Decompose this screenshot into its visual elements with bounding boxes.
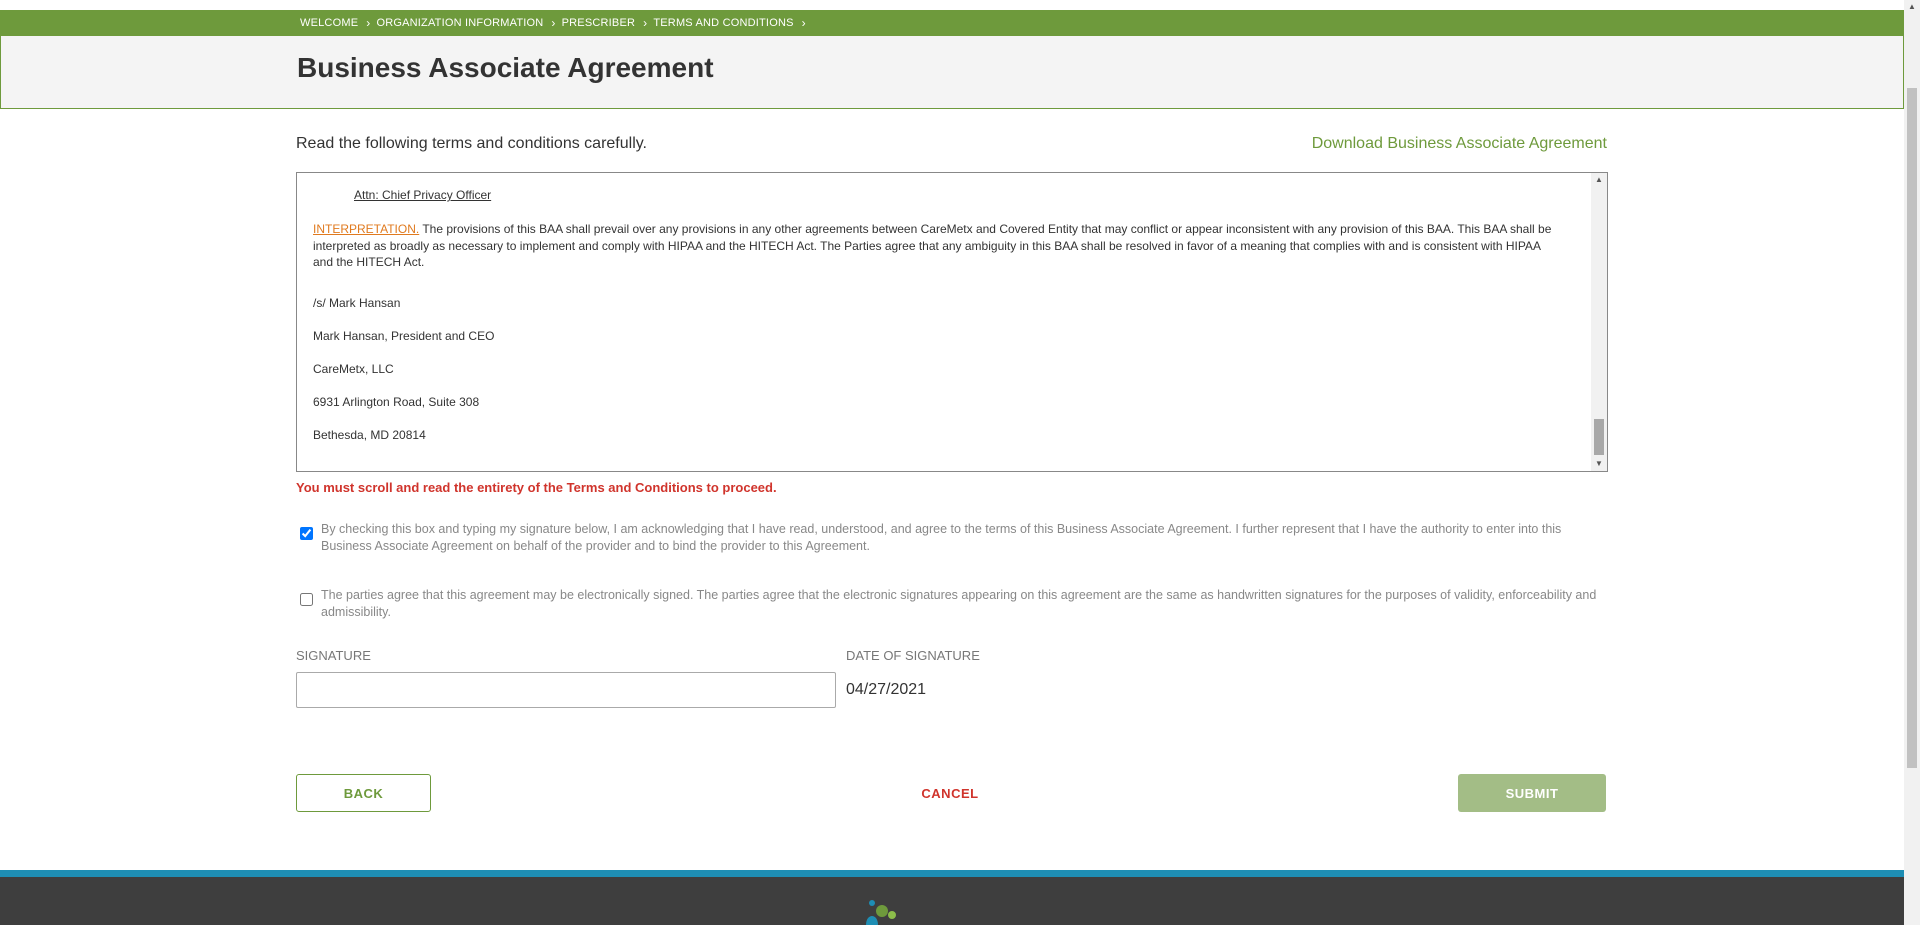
breadcrumb-items: WELCOME › ORGANIZATION INFORMATION › PRE… — [300, 10, 812, 36]
breadcrumb: WELCOME › ORGANIZATION INFORMATION › PRE… — [0, 10, 1904, 36]
terms-address-line1: 6931 Arlington Road, Suite 308 — [313, 395, 480, 409]
terms-address-line2: Bethesda, MD 20814 — [313, 428, 426, 442]
breadcrumb-item-organization-information[interactable]: ORGANIZATION INFORMATION › — [376, 16, 561, 30]
page-header: Business Associate Agreement — [0, 36, 1904, 109]
breadcrumb-item-terms-and-conditions[interactable]: TERMS AND CONDITIONS › — [653, 16, 812, 30]
breadcrumb-label: PRESCRIBER — [561, 17, 636, 29]
footer-accent-line — [0, 870, 1904, 877]
breadcrumb-label: TERMS AND CONDITIONS — [653, 17, 794, 29]
breadcrumb-item-welcome[interactable]: WELCOME › — [300, 16, 376, 30]
arrow-up-icon[interactable]: ▲ — [1591, 173, 1607, 187]
chevron-right-icon: › — [366, 16, 371, 30]
arrow-up-icon[interactable]: ▲ — [1904, 0, 1920, 14]
terms-signature: /s/ Mark Hansan — [313, 296, 401, 310]
scroll-warning: You must scroll and read the entirety of… — [296, 480, 777, 495]
terms-interpretation: INTERPRETATION. The provisions of this B… — [313, 221, 1553, 271]
terms-company: CareMetx, LLC — [313, 362, 394, 376]
cancel-button[interactable]: CANCEL — [900, 774, 1000, 812]
breadcrumb-label: ORGANIZATION INFORMATION — [376, 17, 544, 29]
attn-line: Attn: Chief Privacy Officer — [354, 188, 492, 202]
breadcrumb-label: WELCOME — [300, 17, 359, 29]
chevron-right-icon: › — [801, 16, 806, 30]
esign-checkbox[interactable] — [300, 593, 313, 606]
arrow-down-icon[interactable]: ▼ — [1591, 457, 1607, 471]
acknowledge-checkbox[interactable] — [300, 527, 313, 540]
date-of-signature: 04/27/2021 — [846, 681, 927, 698]
top-strip — [0, 0, 1904, 10]
terms-signer: Mark Hansan, President and CEO — [313, 329, 495, 343]
terms-attn: Attn: Chief Privacy Officer — [354, 187, 491, 204]
acknowledge-row: By checking this box and typing my signa… — [298, 521, 1608, 555]
interpretation-heading: INTERPRETATION. — [313, 222, 420, 236]
date-label: DATE OF SIGNATURE — [846, 648, 980, 663]
page-scrollbar[interactable]: ▲ — [1904, 0, 1920, 925]
chevron-right-icon: › — [643, 16, 648, 30]
esign-text: The parties agree that this agreement ma… — [321, 588, 1597, 619]
page-footer — [0, 877, 1904, 925]
terms-scrollbar[interactable]: ▲ ▼ — [1591, 173, 1607, 471]
page-title: Business Associate Agreement — [297, 52, 714, 83]
interpretation-body: The provisions of this BAA shall prevail… — [313, 222, 1552, 269]
back-button[interactable]: BACK — [296, 774, 431, 812]
esign-row: The parties agree that this agreement ma… — [298, 587, 1608, 621]
signature-input[interactable] — [296, 672, 836, 708]
chevron-right-icon: › — [551, 16, 556, 30]
terms-scroll-thumb[interactable] — [1594, 419, 1604, 455]
terms-box[interactable]: Attn: Chief Privacy Officer INTERPRETATI… — [296, 172, 1608, 472]
submit-button[interactable]: SUBMIT — [1458, 774, 1606, 812]
download-agreement-link[interactable]: Download Business Associate Agreement — [1312, 135, 1607, 153]
acknowledge-text: By checking this box and typing my signa… — [321, 522, 1562, 553]
page-scroll-thumb[interactable] — [1907, 88, 1917, 768]
company-logo-icon — [866, 900, 896, 925]
signature-label: SIGNATURE — [296, 648, 371, 663]
intro-text: Read the following terms and conditions … — [296, 135, 647, 152]
breadcrumb-item-prescriber[interactable]: PRESCRIBER › — [562, 16, 654, 30]
